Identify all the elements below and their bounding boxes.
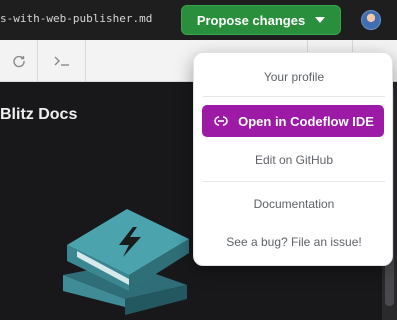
file-name: s-with-web-publisher.md (0, 12, 153, 25)
menu-item-documentation[interactable]: Documentation (194, 197, 394, 211)
books-icon (63, 209, 189, 315)
open-codeflow-label: Open in Codeflow IDE (238, 113, 374, 129)
propose-changes-button[interactable]: Propose changes (181, 5, 341, 35)
avatar[interactable] (361, 10, 381, 30)
menu-item-your-profile[interactable]: Your profile (194, 70, 394, 84)
top-bar: s-with-web-publisher.md Propose changes (0, 0, 397, 40)
caret-down-icon (315, 17, 326, 23)
refresh-icon (12, 55, 25, 68)
propose-changes-label: Propose changes (196, 12, 306, 28)
propose-changes-menu: Your profile Open in Codeflow IDE Edit o… (193, 52, 393, 266)
menu-item-file-issue[interactable]: See a bug? File an issue! (194, 235, 394, 249)
codeflow-icon (214, 116, 228, 126)
open-codeflow-button[interactable]: Open in Codeflow IDE (202, 105, 384, 137)
terminal-button[interactable] (38, 40, 86, 82)
refresh-button[interactable] (0, 40, 38, 82)
terminal-icon (54, 56, 69, 66)
menu-divider (203, 96, 385, 97)
doc-title: Blitz Docs (0, 106, 78, 123)
menu-divider (203, 181, 385, 182)
menu-item-edit-on-github[interactable]: Edit on GitHub (194, 153, 394, 167)
